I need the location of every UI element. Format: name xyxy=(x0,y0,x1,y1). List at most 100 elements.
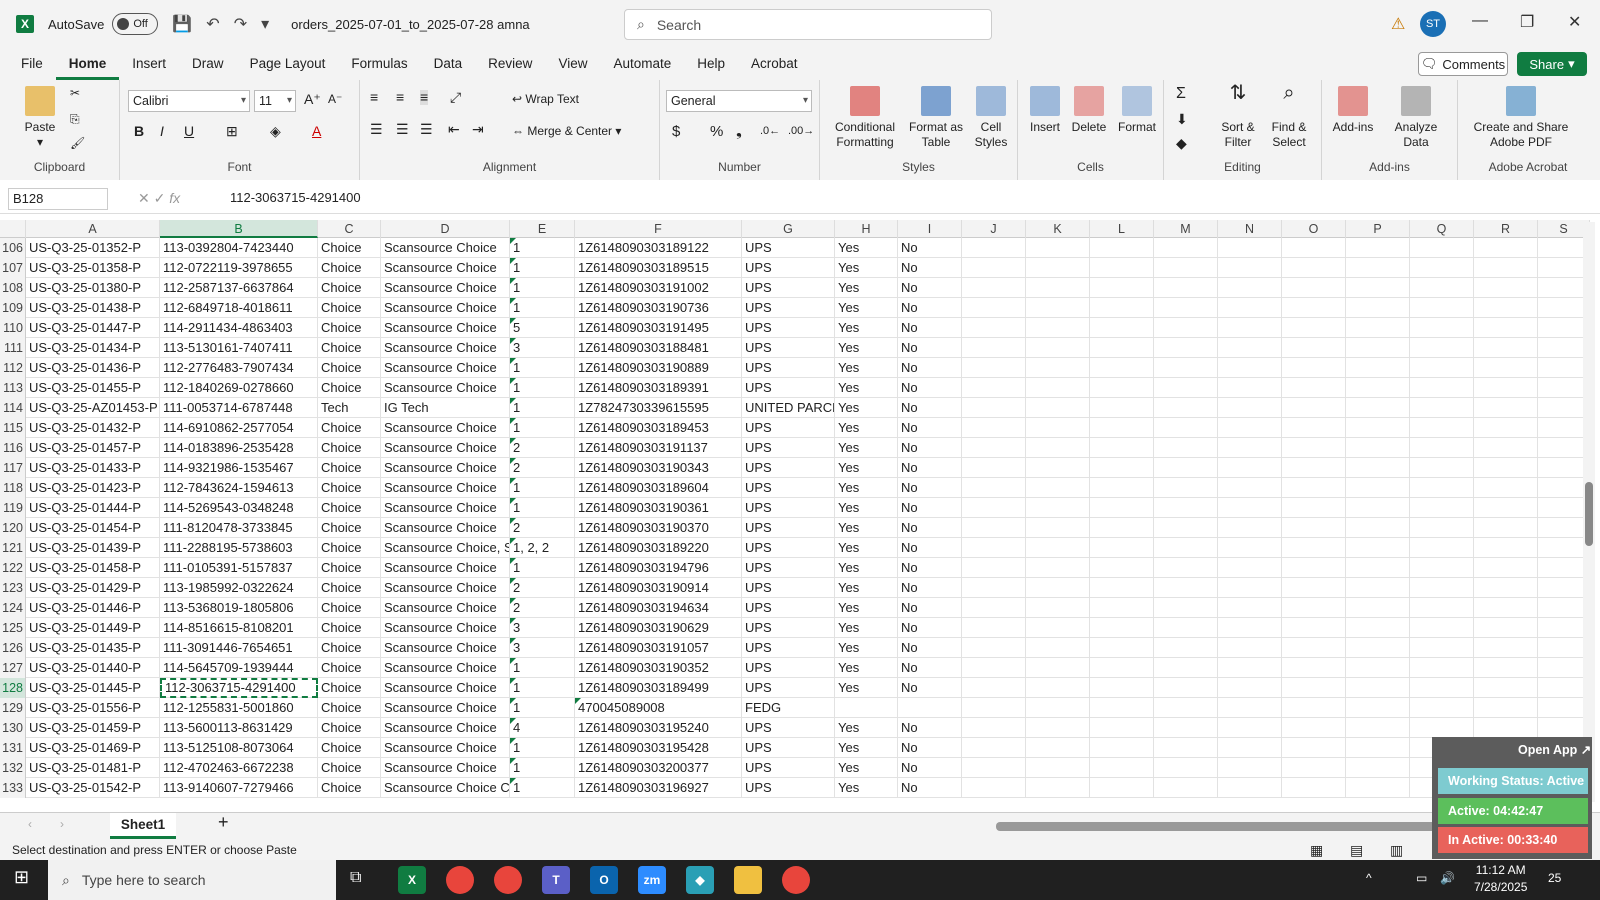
cell-flag[interactable]: No xyxy=(898,498,962,518)
cell-quantity[interactable]: 1 xyxy=(510,498,575,518)
empty-cell[interactable] xyxy=(1154,638,1218,658)
empty-cell[interactable] xyxy=(1154,278,1218,298)
empty-cell[interactable] xyxy=(1154,758,1218,778)
cell-tracking[interactable]: 1Z6148090303191002 xyxy=(575,278,742,298)
cell-order-id[interactable]: US-Q3-25-01358-P xyxy=(26,258,160,278)
cell-carrier[interactable]: UPS xyxy=(742,718,835,738)
empty-cell[interactable] xyxy=(1026,778,1090,798)
row-number[interactable]: 106 xyxy=(0,238,26,258)
empty-cell[interactable] xyxy=(962,478,1026,498)
fill-color-icon[interactable]: ◈ xyxy=(270,124,281,139)
cell-category[interactable]: Choice xyxy=(318,578,381,598)
cell-tracking[interactable]: 1Z6148090303189220 xyxy=(575,538,742,558)
cell-shipped[interactable]: Yes xyxy=(835,658,898,678)
cell-category[interactable]: Choice xyxy=(318,718,381,738)
column-header-q[interactable]: Q xyxy=(1410,220,1474,238)
empty-cell[interactable] xyxy=(1282,578,1346,598)
cell-amazon-order[interactable]: 112-4702463-6672238 xyxy=(160,758,318,778)
empty-cell[interactable] xyxy=(1026,678,1090,698)
prev-sheet-icon[interactable]: ‹ xyxy=(28,817,32,832)
increase-font-icon[interactable]: A⁺ xyxy=(304,92,321,107)
empty-cell[interactable] xyxy=(1090,278,1154,298)
cell-quantity[interactable]: 4 xyxy=(510,718,575,738)
empty-cell[interactable] xyxy=(1410,298,1474,318)
name-box[interactable]: B128 xyxy=(8,188,108,210)
cell-flag[interactable]: No xyxy=(898,338,962,358)
cell-amazon-order[interactable]: 112-3063715-4291400 xyxy=(160,678,318,698)
cell-tracking[interactable]: 470045089008 xyxy=(575,698,742,718)
cell-supplier[interactable]: Scansource Choice xyxy=(381,278,510,298)
customize-qat-icon[interactable]: ▾ xyxy=(261,14,269,34)
cell-carrier[interactable]: UPS xyxy=(742,338,835,358)
empty-cell[interactable] xyxy=(1026,358,1090,378)
cell-quantity[interactable]: 1 xyxy=(510,258,575,278)
bold-icon[interactable]: B xyxy=(134,124,144,139)
cell-category[interactable]: Choice xyxy=(318,498,381,518)
empty-cell[interactable] xyxy=(962,238,1026,258)
empty-cell[interactable] xyxy=(1090,678,1154,698)
cell-amazon-order[interactable]: 112-7843624-1594613 xyxy=(160,478,318,498)
cell-category[interactable]: Choice xyxy=(318,478,381,498)
empty-cell[interactable] xyxy=(1090,618,1154,638)
empty-cell[interactable] xyxy=(1026,378,1090,398)
tab-help[interactable]: Help xyxy=(684,48,738,80)
row-number[interactable]: 109 xyxy=(0,298,26,318)
row-number[interactable]: 131 xyxy=(0,738,26,758)
cell-supplier[interactable]: Scansource Choice xyxy=(381,358,510,378)
empty-cell[interactable] xyxy=(1026,278,1090,298)
cell-supplier[interactable]: Scansource Choice xyxy=(381,418,510,438)
empty-cell[interactable] xyxy=(1410,558,1474,578)
cell-amazon-order[interactable]: 113-0392804-7423440 xyxy=(160,238,318,258)
empty-cell[interactable] xyxy=(1282,658,1346,678)
empty-cell[interactable] xyxy=(962,378,1026,398)
cell-quantity[interactable]: 1 xyxy=(510,358,575,378)
analyze-data-button[interactable]: Analyze Data xyxy=(1388,86,1444,150)
cell-category[interactable]: Choice xyxy=(318,778,381,798)
empty-cell[interactable] xyxy=(1154,338,1218,358)
empty-cell[interactable] xyxy=(1410,258,1474,278)
cell-order-id[interactable]: US-Q3-25-01434-P xyxy=(26,338,160,358)
cell-carrier[interactable]: UPS xyxy=(742,238,835,258)
addins-button[interactable]: Add-ins xyxy=(1328,86,1378,135)
cell-shipped[interactable]: Yes xyxy=(835,558,898,578)
empty-cell[interactable] xyxy=(1218,758,1282,778)
row-number[interactable]: 113 xyxy=(0,378,26,398)
empty-cell[interactable] xyxy=(1282,518,1346,538)
empty-cell[interactable] xyxy=(1410,538,1474,558)
select-all-corner[interactable] xyxy=(0,220,26,238)
empty-cell[interactable] xyxy=(1154,558,1218,578)
insert-cells-button[interactable]: Insert xyxy=(1024,86,1066,135)
empty-cell[interactable] xyxy=(962,578,1026,598)
column-header-j[interactable]: J xyxy=(962,220,1026,238)
empty-cell[interactable] xyxy=(962,278,1026,298)
tab-insert[interactable]: Insert xyxy=(119,48,179,80)
empty-cell[interactable] xyxy=(1346,718,1410,738)
column-header-p[interactable]: P xyxy=(1346,220,1410,238)
cell-flag[interactable]: No xyxy=(898,318,962,338)
empty-cell[interactable] xyxy=(1410,418,1474,438)
empty-cell[interactable] xyxy=(1154,438,1218,458)
cell-tracking[interactable]: 1Z6148090303195240 xyxy=(575,718,742,738)
underline-icon[interactable]: U xyxy=(184,124,194,139)
cell-category[interactable]: Choice xyxy=(318,518,381,538)
cell-category[interactable]: Choice xyxy=(318,538,381,558)
align-right-icon[interactable]: ☰ xyxy=(420,122,433,137)
empty-cell[interactable] xyxy=(1410,438,1474,458)
cell-shipped[interactable]: Yes xyxy=(835,518,898,538)
empty-cell[interactable] xyxy=(1218,658,1282,678)
cell-tracking[interactable]: 1Z6148090303188481 xyxy=(575,338,742,358)
sort-filter-button[interactable]: ⇅ Sort & Filter xyxy=(1214,83,1262,150)
empty-cell[interactable] xyxy=(1154,238,1218,258)
increase-indent-icon[interactable]: ⇥ xyxy=(472,122,484,137)
cell-carrier[interactable]: UPS xyxy=(742,358,835,378)
warning-icon[interactable]: ⚠ xyxy=(1391,14,1405,34)
cell-carrier[interactable]: UPS xyxy=(742,778,835,798)
empty-cell[interactable] xyxy=(1218,578,1282,598)
cell-amazon-order[interactable]: 114-6910862-2577054 xyxy=(160,418,318,438)
next-sheet-icon[interactable]: › xyxy=(60,817,64,832)
cell-flag[interactable]: No xyxy=(898,378,962,398)
cell-order-id[interactable]: US-Q3-25-01556-P xyxy=(26,698,160,718)
empty-cell[interactable] xyxy=(962,658,1026,678)
cell-tracking[interactable]: 1Z6148090303194634 xyxy=(575,598,742,618)
empty-cell[interactable] xyxy=(1282,678,1346,698)
